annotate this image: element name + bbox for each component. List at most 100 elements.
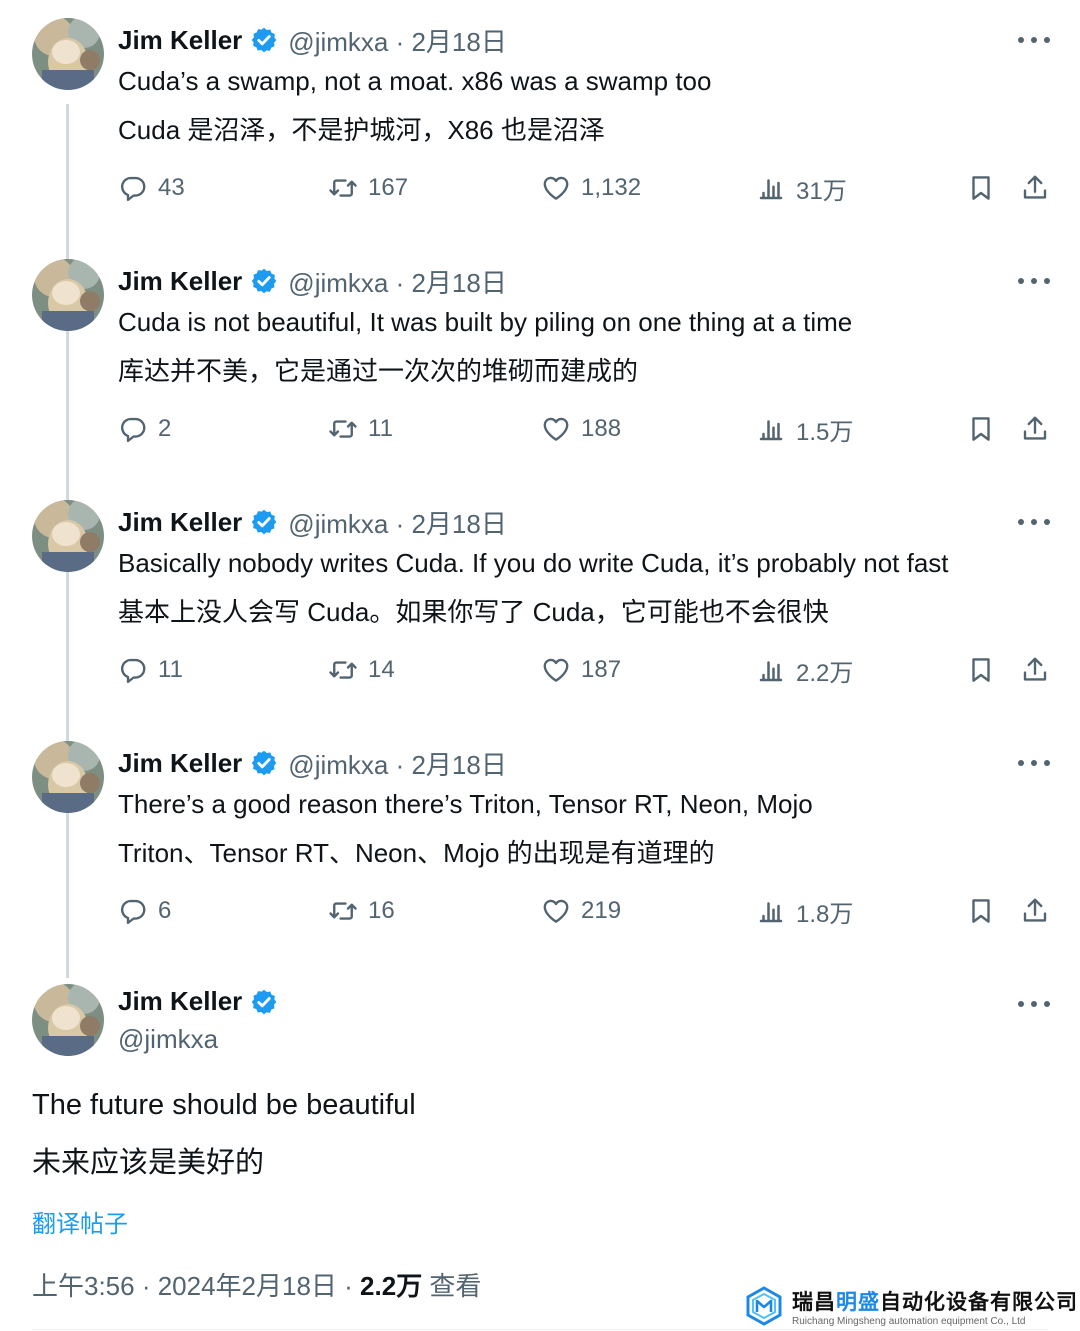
- author-name[interactable]: Jim Keller: [118, 986, 242, 1017]
- verified-badge-icon: [252, 750, 277, 776]
- like-button[interactable]: 1,132: [541, 168, 641, 208]
- views-button[interactable]: 2.2万: [756, 650, 853, 690]
- company-name-cn: 瑞昌明盛自动化设备有限公司: [792, 1290, 1078, 1314]
- views-chart-icon: [759, 902, 783, 923]
- bookmark-button[interactable]: [966, 891, 996, 931]
- reply-icon: [121, 899, 146, 925]
- reply-button[interactable]: 43: [118, 168, 185, 208]
- author-name[interactable]: Jim Keller: [118, 266, 242, 297]
- retweet-button[interactable]: 14: [328, 650, 395, 690]
- author-handle[interactable]: @jimkxa: [118, 1024, 218, 1055]
- views-total: 2.2万: [360, 1271, 423, 1301]
- main-tweet-text-en: The future should be beautiful: [32, 1089, 416, 1121]
- bookmark-button[interactable]: [966, 650, 996, 690]
- company-logo-icon: [746, 1286, 782, 1326]
- tweet-meta[interactable]: @jimkxa · 2月18日: [288, 745, 507, 782]
- action-bar: 2 11 188 1.5万: [0, 409, 1080, 449]
- reply-button[interactable]: 11: [118, 650, 183, 690]
- more-options-icon[interactable]: [1018, 504, 1050, 540]
- verified-badge-icon: [252, 989, 277, 1014]
- retweet-icon: [329, 420, 357, 438]
- tweet-text-cn: 库达并不美，它是通过一次次的堆砌而建成的: [118, 356, 639, 386]
- bookmark-icon: [972, 176, 990, 200]
- tweet-text-en: Cuda’s a swamp, not a moat. x86 was a sw…: [118, 66, 712, 96]
- company-name-en: Ruichang Mingsheng automation equipment …: [792, 1315, 1026, 1327]
- translate-post-link[interactable]: 翻译帖子: [32, 1204, 128, 1239]
- divider: [32, 1329, 1048, 1330]
- author-name[interactable]: Jim Keller: [118, 25, 242, 56]
- like-button[interactable]: 219: [541, 891, 621, 931]
- retweet-count: 11: [368, 415, 393, 442]
- reply-button[interactable]: 2: [118, 409, 171, 449]
- bookmark-button[interactable]: [966, 168, 996, 208]
- reply-icon: [121, 176, 146, 202]
- avatar[interactable]: [32, 500, 104, 572]
- retweet-count: 14: [368, 656, 395, 683]
- bookmark-button[interactable]: [966, 409, 996, 449]
- main-tweet-header: Jim Keller: [118, 986, 288, 1017]
- views-chart-icon: [759, 179, 783, 200]
- avatar[interactable]: [32, 259, 104, 331]
- retweet-icon: [329, 179, 357, 197]
- heart-icon: [543, 417, 569, 441]
- verified-badge-icon: [252, 268, 277, 294]
- views-chart-icon: [759, 420, 783, 441]
- share-button[interactable]: [1020, 168, 1050, 208]
- like-count: 1,132: [581, 174, 642, 201]
- like-button[interactable]: 187: [541, 650, 621, 690]
- tweet-text-en: Cuda is not beautiful, It was built by p…: [118, 307, 853, 337]
- more-options-icon[interactable]: [1018, 745, 1050, 781]
- share-icon: [1023, 175, 1047, 199]
- tweet-meta[interactable]: @jimkxa · 2月18日: [288, 504, 507, 541]
- bookmark-icon: [972, 899, 990, 923]
- author-name[interactable]: Jim Keller: [118, 507, 242, 538]
- reply-icon: [121, 417, 146, 443]
- views-button[interactable]: 31万: [756, 168, 847, 208]
- views-count: 31万: [796, 177, 847, 205]
- avatar[interactable]: [32, 18, 104, 90]
- retweet-button[interactable]: 167: [328, 168, 408, 208]
- share-button[interactable]: [1020, 650, 1050, 690]
- like-button[interactable]: 188: [541, 409, 621, 449]
- reply-icon: [121, 658, 146, 684]
- timestamp-text: 上午3:56 · 2024年2月18日 ·: [32, 1271, 361, 1301]
- retweet-button[interactable]: 11: [328, 409, 393, 449]
- main-tweet-text-cn: 未来应该是美好的: [32, 1147, 265, 1179]
- reply-count: 6: [158, 897, 172, 924]
- share-icon: [1023, 657, 1047, 681]
- tweet-text-cn: Triton、Tensor RT、Neon、Mojo 的出现是有道理的: [118, 838, 715, 868]
- views-button[interactable]: 1.5万: [756, 409, 853, 449]
- action-bar: 6 16 219 1.8万: [0, 891, 1080, 931]
- tweet-text-cn: 基本上没人会写 Cuda。如果你写了 Cuda，它可能也不会很快: [118, 597, 829, 627]
- share-button[interactable]: [1020, 891, 1050, 931]
- tweet-meta[interactable]: @jimkxa · 2月18日: [288, 263, 507, 300]
- tweet-meta[interactable]: @jimkxa · 2月18日: [288, 22, 507, 59]
- verified-badge-icon: [252, 27, 277, 53]
- views-label: 查看: [422, 1271, 482, 1301]
- verified-badge-icon: [252, 509, 277, 535]
- tweet-text-cn: Cuda 是沼泽，不是护城河，X86 也是沼泽: [118, 115, 605, 145]
- retweet-icon: [329, 902, 357, 920]
- more-options-icon[interactable]: [1018, 986, 1050, 1022]
- like-count: 187: [581, 656, 622, 683]
- tweet-header: Jim Keller @jimkxa · 2月18日: [118, 263, 507, 299]
- author-name[interactable]: Jim Keller: [118, 748, 242, 779]
- share-button[interactable]: [1020, 409, 1050, 449]
- retweet-button[interactable]: 16: [328, 891, 395, 931]
- share-icon: [1023, 898, 1047, 922]
- more-options-icon[interactable]: [1018, 263, 1050, 299]
- main-tweet: Jim Keller @jimkxa The future should be …: [0, 964, 1080, 1331]
- avatar[interactable]: [32, 984, 104, 1056]
- heart-icon: [543, 658, 569, 682]
- more-options-icon[interactable]: [1018, 22, 1050, 58]
- avatar[interactable]: [32, 741, 104, 813]
- heart-icon: [543, 899, 569, 923]
- reply-count: 11: [158, 656, 183, 683]
- reply-button[interactable]: 6: [118, 891, 171, 931]
- action-bar: 11 14 187 2.2万: [0, 650, 1080, 690]
- views-chart-icon: [759, 661, 783, 682]
- reply-count: 43: [158, 174, 185, 201]
- views-count: 1.8万: [796, 900, 854, 928]
- views-button[interactable]: 1.8万: [756, 891, 853, 931]
- post-timestamp[interactable]: 上午3:56 · 2024年2月18日 · 2.2万 查看: [32, 1266, 481, 1303]
